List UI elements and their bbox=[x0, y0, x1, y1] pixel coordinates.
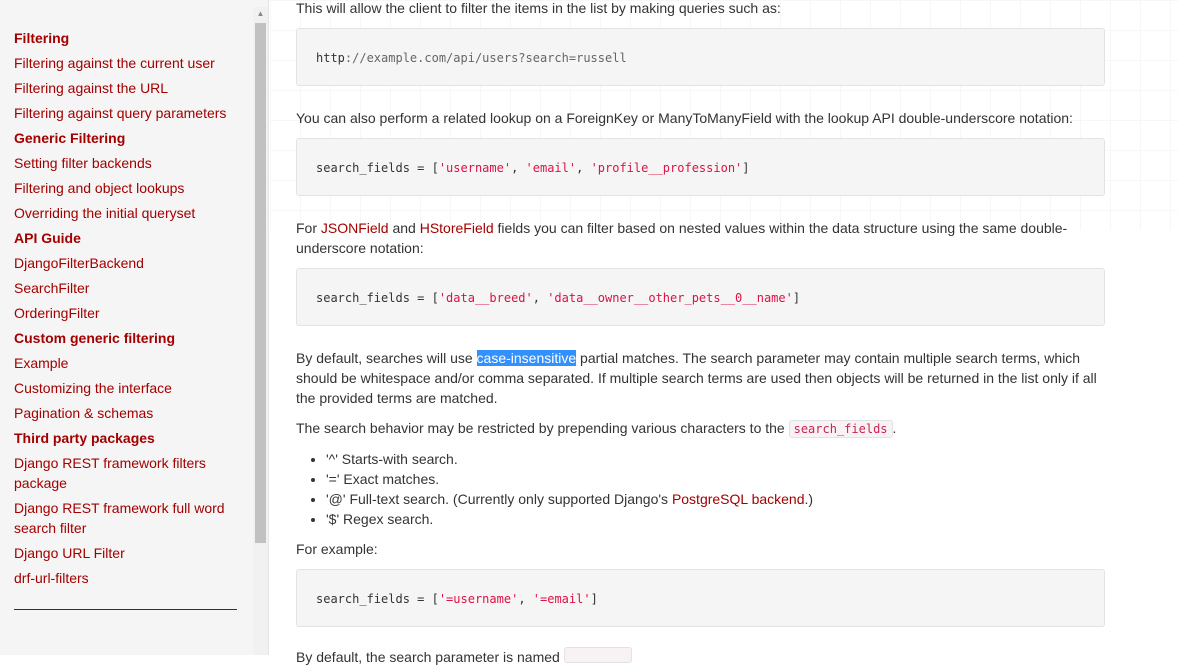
code-suffix: ] bbox=[742, 161, 750, 175]
code-url-scheme: http bbox=[316, 51, 345, 65]
code-block-url: http://example.com/api/users?search=russ… bbox=[296, 28, 1105, 86]
code-prefix: search_fields = [ bbox=[316, 592, 439, 606]
main-content: This will allow the client to filter the… bbox=[296, 0, 1107, 665]
sidebar-link[interactable]: Django REST framework full word search f… bbox=[14, 498, 246, 538]
sidebar-link[interactable]: OrderingFilter bbox=[14, 303, 246, 323]
sidebar-link[interactable]: Overriding the initial queryset bbox=[14, 203, 246, 223]
paragraph-cutoff: By default, the search parameter is name… bbox=[296, 647, 1107, 667]
sidebar-scrollbar[interactable]: ▲ bbox=[253, 7, 268, 655]
search-option-item: '=' Exact matches. bbox=[326, 469, 813, 489]
paragraph-for-example: For example: bbox=[296, 541, 378, 557]
sidebar-link[interactable]: Pagination & schemas bbox=[14, 403, 246, 423]
code-block-nested-fields: search_fields = ['data__breed', 'data__o… bbox=[296, 268, 1105, 326]
text: . bbox=[892, 420, 897, 436]
code-suffix: ] bbox=[792, 291, 801, 305]
search-option-item: '@' Full-text search. (Currently only su… bbox=[326, 489, 813, 509]
text: By default, searches will use bbox=[296, 350, 477, 366]
inline-code-search-fields: search_fields bbox=[788, 420, 893, 438]
sidebar-section-heading[interactable]: Custom generic filtering bbox=[14, 328, 246, 348]
code-prefix: search_fields = [ bbox=[316, 291, 439, 305]
link-hstorefield[interactable]: HStoreField bbox=[420, 220, 494, 236]
search-option-item: '^' Starts-with search. bbox=[326, 449, 813, 469]
text: and bbox=[388, 220, 420, 236]
sidebar-link[interactable]: Example bbox=[14, 353, 246, 373]
scroll-up-arrow-icon[interactable]: ▲ bbox=[253, 7, 268, 21]
code-string: 'data__owner__other_pets__0__name' bbox=[547, 291, 793, 305]
paragraph-related-lookup: You can also perform a related lookup on… bbox=[296, 110, 1073, 126]
sidebar-link[interactable]: drf-url-filters bbox=[14, 568, 246, 588]
sidebar-section-heading[interactable]: Filtering bbox=[14, 28, 246, 48]
sidebar-nav: Filtering Filtering against the current u… bbox=[14, 28, 246, 593]
sidebar-link[interactable]: Setting filter backends bbox=[14, 153, 246, 173]
sidebar-link[interactable]: Customizing the interface bbox=[14, 378, 246, 398]
sidebar-link[interactable]: DjangoFilterBackend bbox=[14, 253, 246, 273]
sidebar-section-heading[interactable]: Generic Filtering bbox=[14, 128, 246, 148]
text: .) bbox=[804, 491, 814, 507]
text: For bbox=[296, 220, 321, 236]
paragraph-intro: This will allow the client to filter the… bbox=[296, 0, 781, 16]
text: '@' Full-text search. (Currently only su… bbox=[326, 491, 672, 507]
link-postgresql-backend[interactable]: PostgreSQL backend bbox=[672, 491, 805, 507]
code-string: 'username' bbox=[438, 161, 512, 175]
code-string: '=email' bbox=[532, 592, 591, 606]
code-block-search-fields: search_fields = ['username', 'email', 'p… bbox=[296, 138, 1105, 196]
sidebar-section-heading[interactable]: Third party packages bbox=[14, 428, 246, 448]
sidebar-link[interactable]: Filtering against the URL bbox=[14, 78, 246, 98]
search-options-list: '^' Starts-with search.'=' Exact matches… bbox=[296, 449, 813, 529]
inline-code-cutoff bbox=[563, 647, 632, 663]
sidebar-divider bbox=[14, 609, 237, 610]
selected-text[interactable]: case-insensitive bbox=[476, 350, 577, 366]
search-option-item: '$' Regex search. bbox=[326, 509, 813, 529]
paragraph-jsonfield: For JSONField and HStoreField fields you… bbox=[296, 218, 1107, 258]
sidebar-link[interactable]: SearchFilter bbox=[14, 278, 246, 298]
sidebar-link[interactable]: Filtering against query parameters bbox=[14, 103, 246, 123]
paragraph-default-search: By default, searches will use case-insen… bbox=[296, 348, 1107, 408]
code-string: 'profile__profession' bbox=[590, 161, 743, 175]
code-string: 'data__breed' bbox=[438, 291, 533, 305]
sidebar-link[interactable]: Django REST framework filters package bbox=[14, 453, 246, 493]
text: The search behavior may be restricted by… bbox=[296, 420, 789, 436]
sidebar-link[interactable]: Django URL Filter bbox=[14, 543, 246, 563]
code-string: '=username' bbox=[438, 592, 519, 606]
code-prefix: search_fields = [ bbox=[316, 161, 439, 175]
scrollbar-thumb[interactable] bbox=[255, 23, 266, 543]
sidebar-section-heading[interactable]: API Guide bbox=[14, 228, 246, 248]
sidebar-link[interactable]: Filtering against the current user bbox=[14, 53, 246, 73]
code-block-example: search_fields = ['=username', '=email'] bbox=[296, 569, 1105, 627]
code-string: 'email' bbox=[525, 161, 577, 175]
link-jsonfield[interactable]: JSONField bbox=[321, 220, 389, 236]
paragraph-search-behavior: The search behavior may be restricted by… bbox=[296, 418, 1107, 439]
sidebar: Filtering Filtering against the current u… bbox=[0, 0, 269, 655]
code-url-rest: ://example.com/api/users?search=russell bbox=[344, 51, 627, 65]
text: By default, the search parameter is name… bbox=[296, 649, 560, 665]
code-suffix: ] bbox=[590, 592, 598, 606]
sidebar-link[interactable]: Filtering and object lookups bbox=[14, 178, 246, 198]
